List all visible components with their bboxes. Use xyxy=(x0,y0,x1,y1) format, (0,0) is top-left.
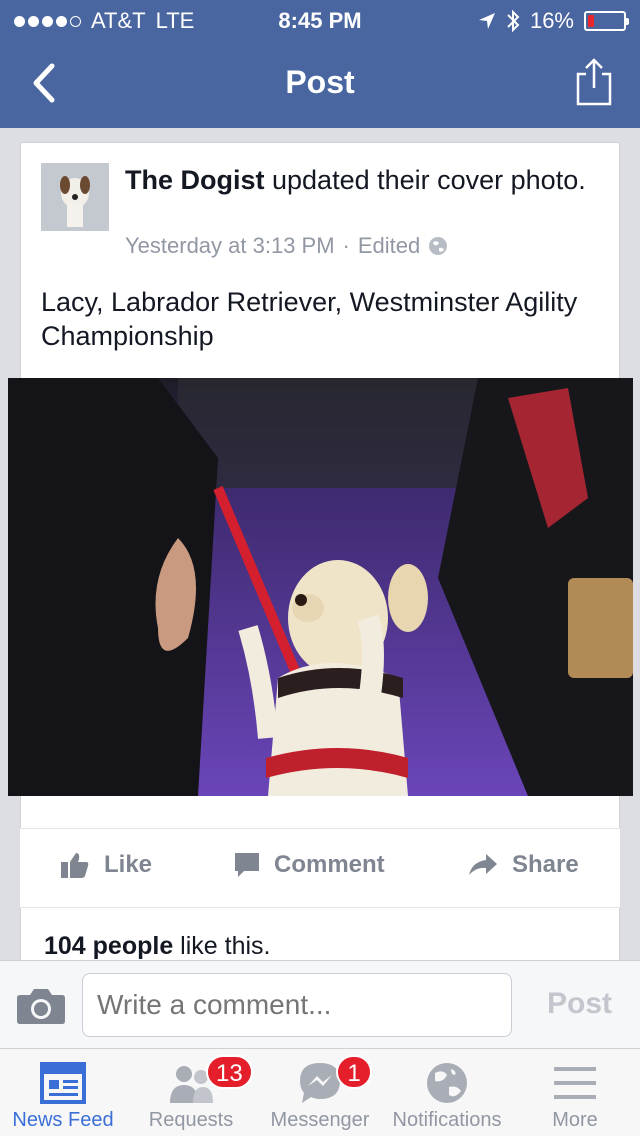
battery-percent: 16% xyxy=(529,8,574,33)
tab-label: Messenger xyxy=(270,1109,370,1131)
author-avatar[interactable] xyxy=(41,163,109,231)
requests-badge: 13 xyxy=(206,1055,253,1089)
menu-icon xyxy=(554,1067,596,1099)
share-button[interactable]: Share xyxy=(468,851,579,879)
tab-requests[interactable]: 13 Requests xyxy=(126,1049,256,1136)
tab-label: Notifications xyxy=(392,1109,502,1131)
likes-suffix: like this. xyxy=(173,932,271,960)
top-bar: AT&T LTE 8:45 PM 16% Post xyxy=(0,0,640,128)
comment-bar: Post xyxy=(0,960,640,1048)
post-actions: Like Comment Share xyxy=(20,828,620,908)
like-label: Like xyxy=(104,851,153,878)
post-headline: The Dogist updated their cover photo. xyxy=(125,163,595,197)
tab-bar: News Feed 13 Requests 1 Messenger Notifi… xyxy=(0,1048,640,1136)
camera-icon[interactable] xyxy=(16,987,66,1025)
tab-notifications[interactable]: Notifications xyxy=(384,1049,510,1136)
post-comment-button[interactable]: Post xyxy=(547,987,612,1021)
post-photo[interactable] xyxy=(8,378,633,796)
location-arrow-icon xyxy=(478,13,495,29)
status-bar: AT&T LTE 8:45 PM 16% xyxy=(0,0,640,40)
tab-more[interactable]: More xyxy=(510,1049,640,1136)
tab-messenger[interactable]: 1 Messenger xyxy=(256,1049,384,1136)
page-title: Post xyxy=(285,64,355,100)
tab-label: Requests xyxy=(148,1109,234,1131)
dog-photo-image xyxy=(8,378,633,796)
post-action: updated their cover photo. xyxy=(264,165,586,195)
post-meta: Yesterday at 3:13 PM · Edited xyxy=(125,233,448,259)
battery-icon xyxy=(584,11,629,31)
timestamp[interactable]: Yesterday at 3:13 PM xyxy=(125,233,335,259)
share-icon[interactable] xyxy=(574,56,614,108)
likes-count[interactable]: 104 people xyxy=(44,932,173,960)
comment-label: Comment xyxy=(274,851,385,878)
post-body-text: Lacy, Labrador Retriever, Westminster Ag… xyxy=(41,287,578,351)
dog-avatar-image xyxy=(41,163,109,231)
bluetooth-icon xyxy=(507,9,520,33)
news-feed-icon xyxy=(40,1062,86,1104)
tab-news-feed[interactable]: News Feed xyxy=(0,1049,126,1136)
like-button[interactable]: Like xyxy=(60,851,152,879)
globe-icon xyxy=(427,1063,467,1103)
likes-summary[interactable]: 104 people like this. xyxy=(44,932,271,961)
comment-bubble-icon xyxy=(235,853,259,877)
author-name[interactable]: The Dogist xyxy=(125,165,265,195)
edited-label[interactable]: Edited xyxy=(358,233,420,259)
meta-separator: · xyxy=(342,233,350,258)
tab-label: News Feed xyxy=(12,1109,114,1131)
share-label: Share xyxy=(512,851,579,878)
comment-input[interactable] xyxy=(82,973,512,1037)
thumbs-up-icon xyxy=(61,853,89,878)
status-right: 16% xyxy=(478,8,629,34)
share-arrow-icon xyxy=(469,854,497,875)
messenger-badge: 1 xyxy=(336,1055,372,1089)
nav-bar: Post xyxy=(0,40,640,128)
comment-button[interactable]: Comment xyxy=(234,851,385,879)
public-globe-icon xyxy=(429,237,448,255)
tab-label: More xyxy=(552,1109,598,1131)
